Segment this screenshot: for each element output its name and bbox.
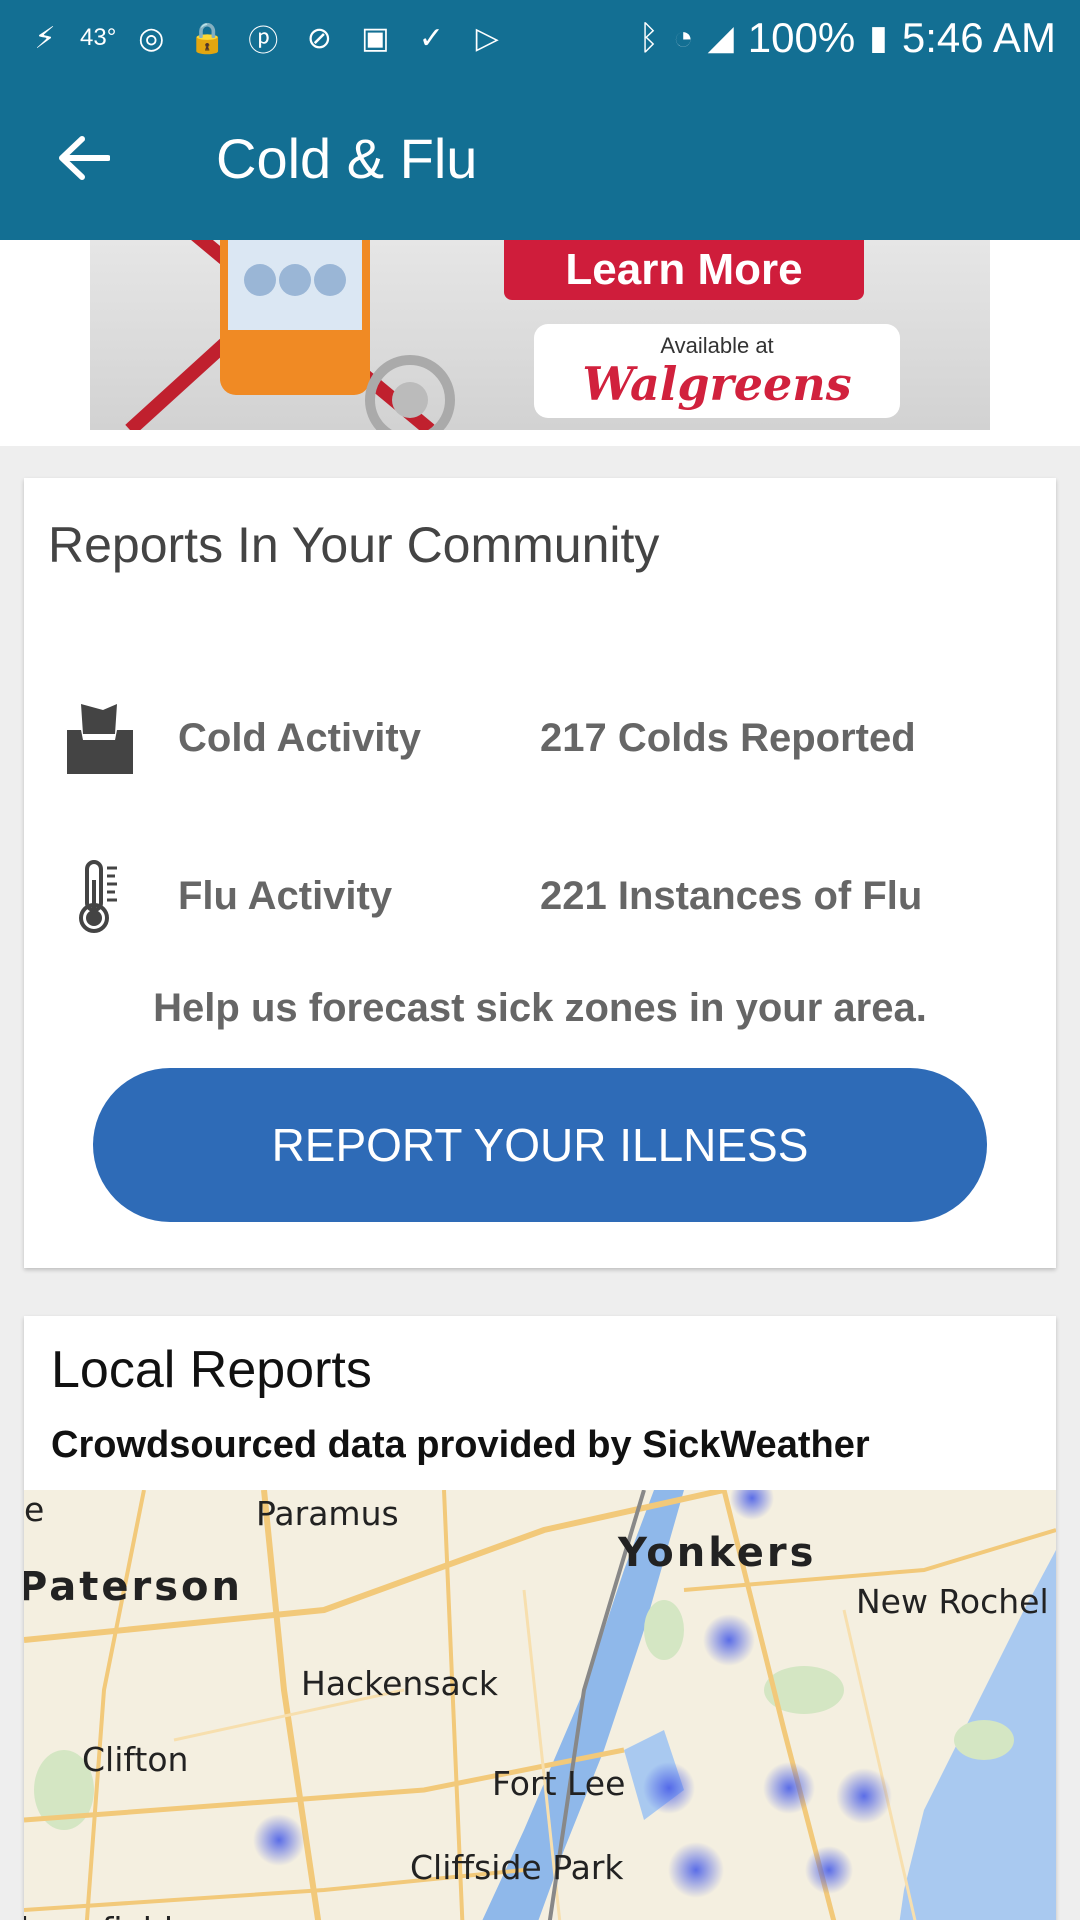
flash-icon: ⚡	[34, 21, 56, 55]
community-title: Reports In Your Community	[48, 517, 660, 573]
lock-notification-icon: 🔒	[188, 21, 226, 55]
local-reports-subtitle: Crowdsourced data provided by SickWeathe…	[51, 1424, 870, 1466]
flu-activity-value: 221 Instances of Flu	[540, 873, 923, 918]
report-illness-button[interactable]: REPORT YOUR ILLNESS	[93, 1068, 987, 1222]
cold-activity-value: 217 Colds Reported	[540, 715, 916, 760]
cold-activity-label: Cold Activity	[178, 715, 421, 760]
map-label: Hackensack	[301, 1664, 499, 1703]
clock-time: 5:46 AM	[901, 14, 1056, 61]
app-bar: Cold & Flu	[0, 76, 1080, 240]
thermometer-icon	[40, 846, 160, 946]
doc-notification-icon: ▣	[361, 21, 390, 55]
help-forecast-text: Help us forecast sick zones in your area…	[153, 986, 927, 1030]
battery-icon: ▮	[869, 19, 888, 57]
map-label: Paterson	[24, 1564, 243, 1610]
map-label: loomfield	[24, 1910, 173, 1920]
power-notification-icon: ⓟ	[248, 25, 279, 58]
back-button[interactable]	[42, 116, 126, 200]
map-label: Clifton	[82, 1740, 189, 1779]
map-label: Fort Lee	[492, 1764, 626, 1803]
tissue-box-icon	[40, 688, 160, 788]
wifi-icon: ◔	[673, 18, 694, 57]
temperature-text: 43°	[80, 24, 117, 51]
map-label: e	[24, 1490, 45, 1529]
walgreens-badge: Available at Walgreens	[534, 324, 900, 418]
content-scroll[interactable]: Learn More Available at Walgreens Report…	[0, 240, 1080, 1920]
bluetooth-icon: ᛒ	[638, 18, 660, 57]
flu-activity-label: Flu Activity	[178, 873, 393, 918]
signal-icon: ◢	[707, 19, 734, 57]
map-label: Cliffside Park	[410, 1848, 624, 1887]
map-label: Yonkers	[618, 1530, 817, 1576]
available-at-text: Available at	[660, 333, 774, 358]
local-reports-title: Local Reports	[51, 1341, 372, 1399]
sick-zone-map[interactable]: e Paramus Yonkers Paterson New Rochel Ha…	[24, 1490, 1056, 1920]
clock-notification-icon: ⊘	[306, 21, 332, 55]
community-reports-card: Reports In Your Community Cold Activity …	[24, 478, 1056, 1268]
battery-percent: 100%	[747, 14, 856, 61]
map-label: New Rochel	[856, 1582, 1049, 1621]
page-title: Cold & Flu	[216, 126, 478, 190]
play-store-icon: ▷	[475, 21, 499, 55]
flu-activity-row: Flu Activity 221 Instances of Flu	[24, 846, 1056, 946]
walgreens-logo: Walgreens	[582, 357, 852, 411]
status-bar: ⚡ 43° ◎ 🔒 ⓟ ⊘ ▣ ✓ ▷ ᛒ ◔ ◢ 100% ▮ 5:46 AM	[0, 0, 1080, 76]
cold-activity-row: Cold Activity 217 Colds Reported	[24, 688, 1056, 788]
app-notification-icon: ◎	[138, 21, 165, 55]
map-label: Paramus	[256, 1494, 399, 1533]
check-notification-icon: ✓	[418, 21, 444, 55]
back-arrow-icon	[59, 136, 110, 180]
local-reports-card: Local Reports Crowdsourced data provided…	[24, 1316, 1056, 1920]
learn-more-button[interactable]: Learn More	[504, 240, 864, 300]
ad-banner[interactable]: Learn More Available at Walgreens	[0, 240, 1080, 446]
